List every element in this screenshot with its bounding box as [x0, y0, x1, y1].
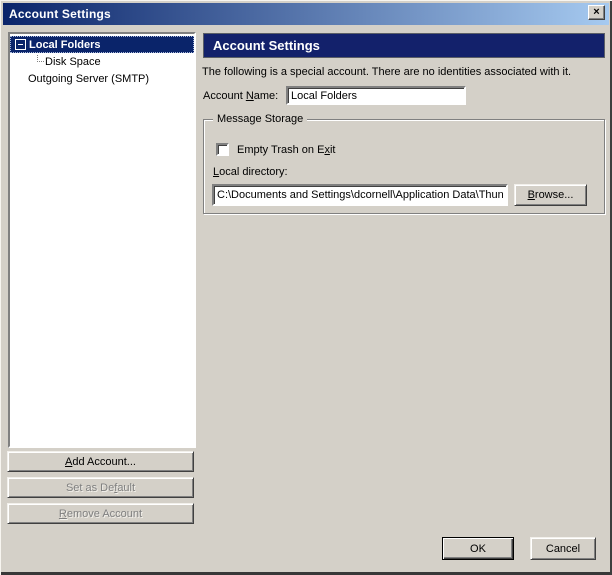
local-directory-label: Local directory:	[213, 166, 288, 178]
local-directory-input[interactable]	[212, 184, 508, 206]
close-icon: ×	[593, 7, 599, 18]
empty-trash-checkbox[interactable]	[216, 143, 229, 156]
account-tree: Local Folders Disk Space Outgoing Server…	[8, 32, 196, 448]
tree-item-local-folders[interactable]: Local Folders	[10, 36, 194, 53]
remove-account-button: Remove Account	[7, 503, 194, 524]
tree-connector-line	[37, 55, 44, 62]
collapse-minus-icon[interactable]	[15, 39, 26, 50]
tree-item-disk-space[interactable]: Disk Space	[10, 53, 194, 70]
account-name-input[interactable]	[286, 86, 466, 105]
titlebar[interactable]: Account Settings	[3, 3, 609, 25]
account-settings-dialog: Account Settings × Local Folders Disk Sp…	[0, 0, 612, 575]
tree-item-label: Disk Space	[45, 56, 101, 68]
set-as-default-button: Set as Default	[7, 477, 194, 498]
add-account-button[interactable]: Add Account...	[7, 451, 194, 472]
message-storage-legend: Message Storage	[213, 112, 307, 126]
close-button[interactable]: ×	[588, 5, 605, 20]
window-title: Account Settings	[9, 7, 111, 21]
tree-item-label: Local Folders	[29, 39, 101, 51]
tree-item-label: Outgoing Server (SMTP)	[28, 73, 149, 85]
panel-header: Account Settings	[203, 33, 605, 58]
panel-title: Account Settings	[213, 38, 320, 53]
cancel-button[interactable]: Cancel	[530, 537, 596, 560]
special-account-description: The following is a special account. Ther…	[202, 66, 606, 78]
account-name-label: Account Name:	[203, 90, 278, 102]
empty-trash-label[interactable]: Empty Trash on Exit	[237, 144, 335, 156]
ok-button[interactable]: OK	[442, 537, 514, 560]
tree-item-outgoing-server[interactable]: Outgoing Server (SMTP)	[10, 70, 194, 87]
browse-button[interactable]: Browse...	[514, 184, 587, 206]
